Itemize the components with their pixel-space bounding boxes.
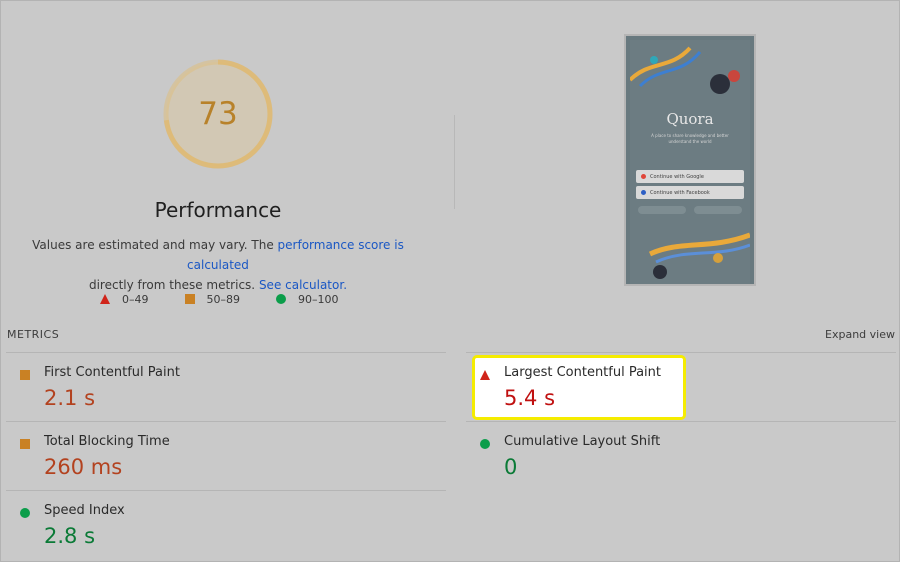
facebook-icon (641, 190, 646, 195)
metric-total-blocking-time[interactable]: Total Blocking Time 260 ms (6, 433, 406, 495)
page-screenshot[interactable]: Quora A place to share knowledge and bet… (624, 34, 756, 286)
metric-value: 0 (504, 455, 518, 479)
performance-score: 73 (198, 96, 238, 132)
metric-first-contentful-paint[interactable]: First Contentful Paint 2.1 s (6, 364, 406, 426)
continue-facebook-label: Continue with Facebook (650, 189, 710, 196)
quora-logo: Quora (666, 110, 714, 128)
legend-fail: 0–49 (100, 293, 149, 306)
metric-value: 2.1 s (44, 386, 96, 410)
google-icon (641, 174, 646, 179)
divider (6, 352, 446, 353)
divider (466, 352, 896, 353)
metric-value: 2.8 s (44, 524, 96, 548)
metric-largest-contentful-paint[interactable]: Largest Contentful Paint 5.4 s (466, 364, 866, 426)
metric-speed-index[interactable]: Speed Index 2.8 s (6, 502, 406, 562)
green-circle-icon (276, 294, 286, 304)
continue-facebook-button: Continue with Facebook (636, 186, 744, 199)
orange-square-icon (20, 439, 30, 449)
orange-square-icon (20, 370, 30, 380)
red-triangle-icon (100, 294, 110, 304)
green-circle-icon (20, 508, 30, 518)
continue-google-button: Continue with Google (636, 170, 744, 183)
metric-name: First Contentful Paint (44, 365, 180, 380)
category-title: Performance (154, 198, 282, 222)
continue-google-label: Continue with Google (650, 173, 704, 180)
performance-gauge: 73 (160, 56, 276, 172)
metric-name: Total Blocking Time (44, 434, 170, 449)
legend-average-label: 50–89 (206, 292, 241, 306)
expand-view-button[interactable]: Expand view (825, 328, 895, 341)
metric-name: Cumulative Layout Shift (504, 434, 661, 449)
green-circle-icon (480, 439, 490, 449)
legend-pass: 90–100 (276, 293, 339, 306)
screenshot-content: Quora A place to share knowledge and bet… (630, 40, 750, 284)
orange-square-icon (184, 294, 195, 304)
vertical-divider (454, 115, 455, 209)
decorative-illustration (630, 46, 750, 279)
legend-fail-label: 0–49 (122, 292, 149, 306)
score-description: Values are estimated and may vary. The p… (20, 235, 416, 295)
metric-cumulative-layout-shift[interactable]: Cumulative Layout Shift 0 (466, 433, 866, 495)
legend-pass-label: 90–100 (298, 292, 339, 306)
score-legend: 0–49 50–89 90–100 (100, 290, 375, 308)
legend-average: 50–89 (184, 292, 241, 306)
metric-value: 260 ms (44, 455, 123, 479)
quora-tagline: A place to share knowledge and better un… (651, 133, 729, 144)
login-pill (694, 206, 742, 214)
red-triangle-icon (480, 370, 490, 380)
metric-name: Speed Index (44, 503, 125, 518)
metrics-heading: METRICS (7, 328, 60, 341)
metric-value: 5.4 s (504, 386, 556, 410)
metric-name: Largest Contentful Paint (504, 365, 662, 380)
description-text-1: Values are estimated and may vary. The (32, 238, 278, 252)
signup-pill (638, 206, 686, 214)
